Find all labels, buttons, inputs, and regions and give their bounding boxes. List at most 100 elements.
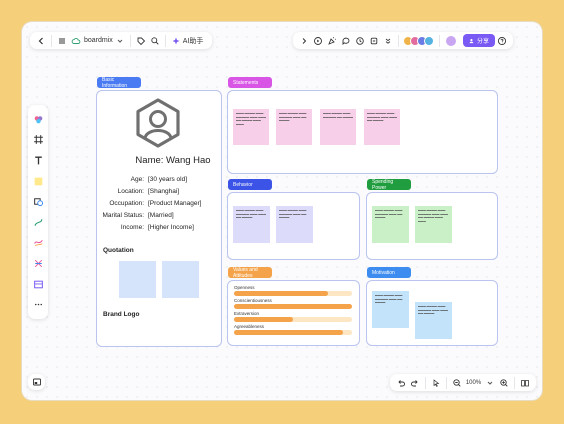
user-avatar[interactable] [445,34,457,47]
income-value: [Higher Income] [148,224,194,231]
template-tool-icon[interactable] [30,111,46,127]
sticky-note[interactable]: ▬▬▬ ▬▬▬▬ ▬▬▬ ▬▬▬▬▬ ▬▬▬ ▬▬▬ ▬▬ ▬▬▬▬ [415,302,452,339]
sticky-placeholder-text: ▬▬▬ ▬▬▬▬ ▬▬▬ ▬▬▬▬▬ ▬▬▬ ▬▬ ▬▬▬▬ [279,112,307,123]
trait-bar-track [234,317,352,322]
divider [445,376,447,389]
sticky-note[interactable]: ▬▬▬ ▬▬▬▬ ▬▬▬ ▬▬▬▬▬ ▬▬▬ ▬▬▬ ▬▬ ▬▬▬▬ [364,109,400,145]
mindmap-tool-icon[interactable] [30,255,46,271]
income-row: Income: [Higher Income] [96,224,221,231]
app-name[interactable]: boardmix [84,37,113,44]
quotation-heading: Quotation [103,247,134,254]
ai-icon[interactable] [169,34,183,48]
occupation-label: Occupation: [109,200,144,207]
cursor-icon[interactable] [429,376,443,390]
basic-information-tag: Basic Information [97,77,141,89]
sticky-placeholder-text: ▬▬▬ ▬▬▬▬ ▬▬▬ ▬▬▬▬▬ ▬▬▬ ▬▬ ▬▬▬▬ [375,294,403,305]
undo-icon[interactable] [394,376,408,390]
sticky-placeholder-text: ▬▬▬ ▬▬▬▬ ▬▬▬ ▬▬▬▬▬ ▬▬▬ ▬▬▬ ▬▬ ▬▬▬▬ [236,209,266,220]
sticky-placeholder-text: ▬▬▬ ▬▬▬▬ ▬▬▬ ▬▬▬▬▬ ▬▬▬ ▬▬▬ ▬▬ ▬▬▬▬ ▬▬▬ ▬… [418,209,448,223]
sticky-placeholder-text: ▬▬▬ ▬▬▬▬ ▬▬▬ ▬▬▬▬▬ ▬▬▬ ▬▬ ▬▬▬▬ [279,209,307,220]
sticky-note[interactable]: ▬▬▬ ▬▬▬▬ ▬▬▬ ▬▬▬▬▬ ▬▬ ▬▬▬▬ [320,109,356,145]
location-row: Location: [Shanghai] [96,188,221,195]
trait-bar-fill [234,330,343,335]
top-right-toolbar: 分享 [293,32,513,49]
collaborator-avatars[interactable] [403,35,434,46]
sticky-note[interactable]: ▬▬▬ ▬▬▬▬ ▬▬▬ ▬▬▬▬▬ ▬▬▬ ▬▬ ▬▬▬▬ [372,291,409,328]
sticky-note[interactable]: ▬▬▬ ▬▬▬▬ ▬▬▬ ▬▬▬▬▬ ▬▬▬ ▬▬▬ ▬▬ ▬▬▬▬ ▬▬▬ ▬… [233,109,269,145]
tag-icon[interactable] [134,34,148,48]
spending-power-tag: Spending Power [367,179,411,191]
trait-bar-fill [234,304,352,309]
marital-status-label: Marital Status: [102,212,144,219]
marital-status-value: [Married] [148,212,174,219]
quote-box[interactable] [162,261,199,298]
timer-icon[interactable] [367,34,381,48]
minimap-button[interactable] [28,374,45,390]
trait-bar-track [234,304,352,309]
zoom-in-icon[interactable] [497,376,511,390]
play-icon[interactable] [311,34,325,48]
occupation-row: Occupation: [Product Manager] [96,200,221,207]
zoom-out-icon[interactable] [450,376,464,390]
income-label: Income: [120,224,144,231]
zoom-toolbar: 100% [390,374,536,391]
trait-bar-track [234,330,352,335]
sticky-placeholder-text: ▬▬▬ ▬▬▬▬ ▬▬▬ ▬▬▬▬▬ ▬▬ ▬▬▬▬ [323,112,353,119]
help-icon[interactable] [495,34,509,48]
values-attitudes-tag: Values and Attitudes [228,267,272,279]
marital-status-row: Marital Status: [Married] [96,212,221,219]
top-left-toolbar: boardmix AI助手 [30,32,212,49]
sticky-note[interactable]: ▬▬▬ ▬▬▬▬ ▬▬▬ ▬▬▬▬▬ ▬▬▬ ▬▬ ▬▬▬▬ [372,206,409,243]
chevron-down-icon[interactable] [113,34,127,48]
ai-assistant-button[interactable]: AI助手 [183,36,204,46]
sticky-placeholder-text: ▬▬▬ ▬▬▬▬ ▬▬▬ ▬▬▬▬▬ ▬▬▬ ▬▬▬ ▬▬ ▬▬▬▬ ▬▬▬ ▬… [236,112,266,126]
trait-label: Agreeableness [234,324,265,329]
brand-logo-heading: Brand Logo [103,311,140,318]
celebrate-icon[interactable] [325,34,339,48]
more-chevrons-icon[interactable] [381,34,395,48]
divider [398,34,399,47]
sticky-note-tool-icon[interactable] [30,173,46,189]
connector-tool-icon[interactable] [30,214,46,230]
table-tool-icon[interactable] [30,276,46,292]
whiteboard-canvas[interactable]: boardmix AI助手 分享 Basic Information Name:… [22,22,542,400]
chevron-down-icon[interactable] [483,376,497,390]
frame-tool-icon[interactable] [30,132,46,148]
comment-icon[interactable] [339,34,353,48]
shape-tool-icon[interactable] [30,194,46,210]
behavior-tag: Behavior [228,179,272,190]
trait-label: Conscientiousness [234,298,272,303]
location-value: [Shanghai] [148,188,180,195]
divider [439,34,440,47]
back-icon[interactable] [34,34,48,48]
search-icon[interactable] [148,34,162,48]
trait-bar-fill [234,291,328,296]
sticky-note[interactable]: ▬▬▬ ▬▬▬▬ ▬▬▬ ▬▬▬▬▬ ▬▬▬ ▬▬▬ ▬▬ ▬▬▬▬ [233,206,270,243]
sticky-placeholder-text: ▬▬▬ ▬▬▬▬ ▬▬▬ ▬▬▬▬▬ ▬▬▬ ▬▬ ▬▬▬▬ [375,209,403,220]
avatar[interactable] [424,35,434,46]
redo-icon[interactable] [408,376,422,390]
persona-details: Age: [30 years old] Location: [Shanghai] O… [96,176,222,236]
quote-box[interactable] [119,261,156,298]
sticky-note[interactable]: ▬▬▬ ▬▬▬▬ ▬▬▬ ▬▬▬▬▬ ▬▬▬ ▬▬ ▬▬▬▬ [276,109,312,145]
divider [51,34,52,47]
statements-tag: Statements [228,77,272,88]
zoom-level[interactable]: 100% [466,380,481,386]
divider [129,34,131,47]
user-plus-icon [469,38,474,43]
trait-bar-fill [234,317,293,322]
traits-list: Openness Conscientiousness Extraversion Agr… [234,285,354,343]
trait-label: Openness [234,285,255,290]
sticky-note[interactable]: ▬▬▬ ▬▬▬▬ ▬▬▬ ▬▬▬▬▬ ▬▬▬ ▬▬▬ ▬▬ ▬▬▬▬ ▬▬▬ ▬… [415,206,452,243]
book-icon[interactable] [518,376,532,390]
share-button[interactable]: 分享 [463,34,496,47]
text-tool-icon[interactable] [30,152,46,168]
trait-label: Extraversion [234,311,260,316]
minimap-icon [30,375,44,389]
history-icon[interactable] [353,34,367,48]
pen-tool-icon[interactable] [30,235,46,251]
chevron-right-icon[interactable] [297,34,311,48]
menu-icon[interactable] [55,34,69,48]
sticky-note[interactable]: ▬▬▬ ▬▬▬▬ ▬▬▬ ▬▬▬▬▬ ▬▬▬ ▬▬ ▬▬▬▬ [276,206,313,243]
more-tools-icon[interactable] [30,297,46,313]
